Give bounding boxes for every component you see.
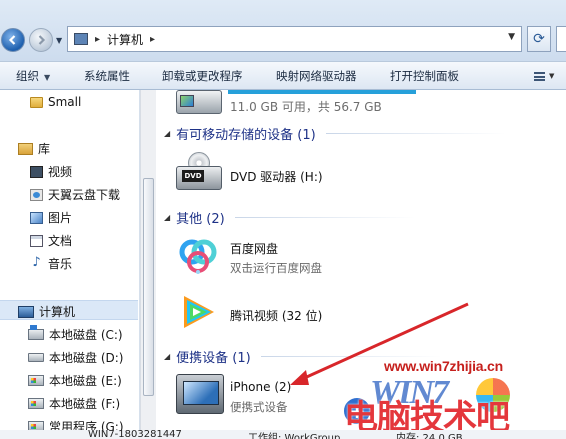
documents-icon	[30, 234, 43, 247]
music-note-icon: ♪	[32, 255, 41, 270]
portable-device-icon[interactable]	[176, 374, 224, 414]
nav-item-label: 文档	[48, 234, 73, 248]
device-screen	[183, 381, 219, 405]
tencent-video-name[interactable]: 腾讯视频 (32 位)	[230, 307, 322, 324]
tencent-video-logo	[184, 296, 214, 328]
organize-button[interactable]: 组织 ▼	[16, 68, 50, 84]
folder-icon	[30, 96, 43, 108]
cloud-download-icon	[30, 188, 43, 201]
computer-location-icon	[74, 33, 88, 45]
computer-icon	[18, 305, 34, 318]
nav-item-library[interactable]: 库	[18, 140, 50, 157]
status-computer-name: WIN7-1803281447	[88, 430, 182, 439]
status-bar: WIN7-1803281447 工作组: WorkGroup 内存: 24.0 …	[0, 430, 566, 439]
nav-item-label: 库	[38, 142, 51, 156]
dvd-drive-name[interactable]: DVD 驱动器 (H:)	[230, 168, 323, 185]
open-control-panel-button[interactable]: 打开控制面板	[390, 68, 459, 84]
chevron-down-icon: ▼	[44, 73, 51, 82]
breadcrumb-computer[interactable]: 计算机	[107, 31, 143, 48]
address-bar-area: ▼ ▸ 计算机 ▸ ▼ ⟳	[0, 0, 566, 62]
organize-label: 组织	[16, 69, 39, 83]
nav-item-drive-e[interactable]: 本地磁盘 (E:)	[28, 372, 122, 389]
back-button[interactable]	[1, 28, 25, 52]
section-divider	[260, 356, 441, 357]
nav-item-drive-c[interactable]: 本地磁盘 (C:)	[28, 325, 123, 343]
nav-item-label: 本地磁盘 (C:)	[49, 328, 123, 342]
forward-button[interactable]	[29, 28, 53, 52]
capacity-bar	[228, 90, 416, 94]
hard-drive-icon[interactable]	[176, 90, 222, 114]
breadcrumb-separator-icon[interactable]: ▸	[95, 34, 100, 45]
nav-item-pictures[interactable]: 图片	[30, 209, 72, 226]
refresh-icon: ⟳	[533, 31, 545, 47]
iphone-device-type: 便携式设备	[230, 400, 288, 414]
status-memory: 内存: 24.0 GB	[396, 433, 463, 439]
dvd-label: DVD	[182, 170, 204, 182]
nav-item-label: 本地磁盘 (E:)	[49, 374, 122, 388]
dvd-drive-icon[interactable]: DVD	[176, 152, 222, 194]
nav-item-tianyi[interactable]: 天翼云盘下载	[30, 186, 120, 203]
address-box[interactable]: ▸ 计算机 ▸ ▼	[67, 26, 522, 52]
video-library-icon	[30, 165, 43, 178]
nav-item-label: 图片	[48, 211, 73, 225]
collapse-triangle-icon[interactable]: ◢	[164, 129, 170, 138]
nav-item-documents[interactable]: 文档	[30, 232, 72, 249]
nav-item-drive-f[interactable]: 本地磁盘 (F:)	[28, 395, 120, 412]
collapse-triangle-icon[interactable]: ◢	[164, 352, 170, 361]
nav-item-small[interactable]: Small	[30, 95, 81, 109]
nav-item-videos[interactable]: 视频	[30, 163, 72, 180]
nav-item-computer[interactable]: 计算机	[18, 303, 75, 320]
nav-scrollbar-thumb[interactable]	[143, 178, 154, 396]
uninstall-program-button[interactable]: 卸载或更改程序	[162, 68, 243, 84]
iphone-device-name[interactable]: iPhone (2)	[230, 380, 291, 394]
hard-drive-icon	[28, 398, 44, 409]
nav-item-label: 计算机	[39, 305, 76, 319]
back-arrow-icon	[8, 35, 16, 45]
baidu-netdisk-description: 双击运行百度网盘	[230, 261, 322, 275]
collapse-triangle-icon[interactable]: ◢	[164, 213, 170, 222]
nav-item-label: 本地磁盘 (F:)	[49, 397, 121, 411]
section-title: 其他 (2)	[176, 212, 225, 227]
section-divider	[325, 133, 506, 134]
command-toolbar: 组织 ▼ 系统属性 卸载或更改程序 映射网络驱动器 打开控制面板 ▼	[0, 62, 566, 90]
hard-drive-icon	[28, 353, 44, 362]
chevron-down-icon: ▼	[549, 72, 555, 80]
baidu-netdisk-logo	[179, 239, 217, 274]
nav-item-label: 本地磁盘 (D:)	[49, 351, 124, 365]
forward-arrow-icon	[38, 35, 46, 45]
pictures-icon	[30, 211, 43, 224]
nav-item-label: 视频	[48, 165, 73, 179]
nav-item-label: Small	[48, 95, 82, 109]
view-options-button[interactable]: ▼	[534, 67, 556, 85]
hard-drive-icon	[28, 375, 44, 386]
section-divider	[234, 217, 415, 218]
nav-item-label: 天翼云盘下载	[48, 188, 121, 202]
refresh-button[interactable]: ⟳	[527, 26, 551, 52]
map-network-drive-button[interactable]: 映射网络驱动器	[276, 68, 357, 84]
navigation-pane: Small 库 视频 天翼云盘下载 图片 文档 ♪ 音乐 计算机 本地磁盘 (C…	[0, 90, 140, 439]
system-properties-button[interactable]: 系统属性	[84, 68, 130, 84]
nav-item-drive-d[interactable]: 本地磁盘 (D:)	[28, 349, 123, 366]
breadcrumb-separator-icon[interactable]: ▸	[150, 34, 155, 45]
nav-scrollbar[interactable]	[140, 90, 156, 439]
system-drive-icon	[28, 325, 44, 340]
status-workgroup: 工作组: WorkGroup	[248, 433, 341, 439]
view-options-icon	[534, 71, 545, 81]
library-icon	[18, 142, 33, 155]
baidu-netdisk-name[interactable]: 百度网盘	[230, 240, 278, 257]
search-box[interactable]	[556, 26, 566, 52]
nav-item-label: 音乐	[48, 257, 73, 271]
address-history-chevron-icon[interactable]: ▼	[508, 32, 515, 42]
drive-free-space: 11.0 GB 可用，共 56.7 GB	[230, 100, 382, 114]
section-other[interactable]: ◢ 其他 (2)	[164, 208, 415, 227]
section-title: 有可移动存储的设备 (1)	[176, 128, 316, 143]
baidu-netdisk-icon[interactable]	[178, 236, 218, 276]
watermark-url: www.win7zhijia.cn	[384, 358, 503, 374]
section-removable-storage[interactable]: ◢ 有可移动存储的设备 (1)	[164, 124, 506, 143]
section-title: 便携设备 (1)	[176, 351, 251, 366]
tencent-video-icon[interactable]	[178, 292, 218, 332]
recent-pages-chevron-icon[interactable]: ▼	[56, 36, 62, 45]
nav-item-music[interactable]: ♪ 音乐	[30, 255, 72, 272]
